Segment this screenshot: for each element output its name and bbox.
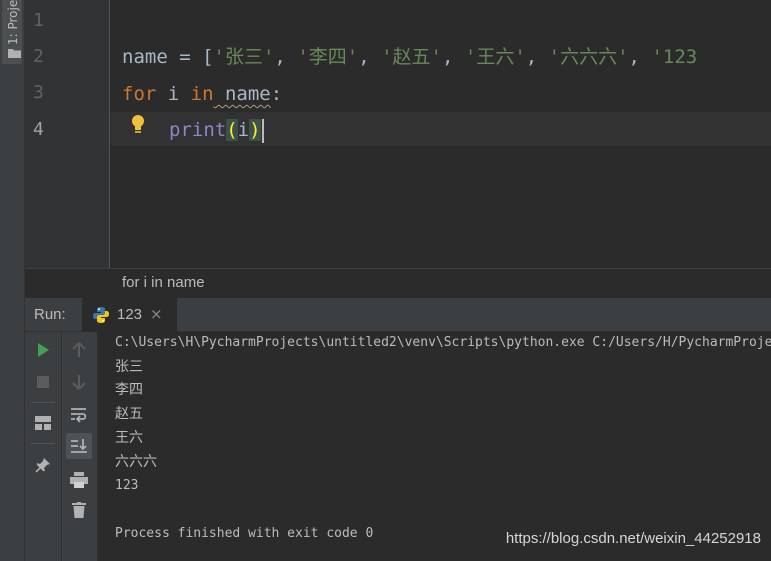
toolbar-divider [61,332,62,561]
string-literal: '六六六' [548,46,629,68]
line-number-current: 4 [33,119,44,140]
project-tool-strip: 1: Project [0,0,25,561]
string-literal: '王六' [464,46,526,68]
watermark-url: https://blog.csdn.net/weixin_44252918 [505,530,761,547]
stop-button[interactable] [30,369,56,395]
console-output[interactable]: C:\Users\H\PycharmProjects\untitled2\ven… [97,332,771,561]
run-tab-label: 123 [117,306,143,323]
keyword-for: for [122,83,157,105]
keyword-in: in [190,83,214,105]
folder-icon [8,49,21,58]
console-exit-message: Process finished with exit code 0 [115,526,374,541]
print-button[interactable] [66,467,92,493]
run-tool-header: Run: 123 × [25,298,771,332]
arrow-down-icon [72,375,86,390]
comma: , [358,46,382,68]
close-icon[interactable]: × [150,305,163,323]
console-line: 六六六 [115,454,157,470]
line-number: 1 [33,10,44,31]
pin-tab-button[interactable] [30,452,56,478]
line-number: 3 [33,82,44,103]
run-config-tab[interactable]: 123 × [82,298,177,332]
project-tool-button[interactable]: 1: Project [2,0,22,64]
toolbar-separator [31,443,55,444]
toolbar-separator [31,402,55,403]
breadcrumb[interactable]: for i in name [122,274,205,291]
comma: , [274,46,298,68]
run-label: Run: [34,306,66,323]
comma: , [525,46,549,68]
code-line-3[interactable]: for i in name: [122,76,282,112]
code-editor[interactable]: name = ['张三', '李四', '赵五', '王六', '六六六', '… [111,0,771,268]
console-command: C:\Users\H\PycharmProjects\untitled2\ven… [115,335,771,350]
code-line-2[interactable]: name = ['张三', '李四', '赵五', '王六', '六六六', '… [122,39,697,75]
project-tool-label: 1: Project [6,0,20,45]
arrow-up-icon [72,342,86,357]
colon: : [270,83,283,105]
console-line: 李四 [115,382,143,398]
console-line: 赵五 [115,406,143,422]
clear-all-button[interactable] [66,497,92,523]
text-cursor [261,118,264,143]
loop-var: i [156,83,191,105]
builtin-print: print [169,119,227,141]
string-literal: '123 [651,46,698,68]
iterable-name: name [213,83,271,105]
soft-wrap-icon [71,408,87,423]
line-number: 2 [33,46,44,67]
comma: , [441,46,465,68]
line-number-gutter: 1 2 3 4 [25,0,110,268]
arg: i [237,119,250,141]
lightbulb-icon[interactable] [130,114,146,136]
var-name: name [122,46,168,68]
string-literal: '李四' [297,46,359,68]
up-button[interactable] [66,337,92,363]
string-literal: '赵五' [381,46,442,68]
console-line: 123 [115,478,139,493]
string-literal: '张三' [213,46,275,68]
print-icon [70,472,88,488]
run-toolbar [25,332,97,561]
scroll-to-end-icon [71,439,87,453]
python-icon [93,307,109,323]
pin-icon [35,458,50,473]
assign-op: = [ [167,46,214,68]
layout-button[interactable] [30,410,56,436]
rerun-button[interactable] [30,337,56,363]
play-icon [38,343,49,357]
console-line: 王六 [115,430,143,446]
console-line: 张三 [115,359,143,375]
close-paren: ) [249,119,261,141]
breadcrumb-bar: for i in name [25,268,771,298]
scroll-to-end-button[interactable] [66,433,92,459]
trash-icon [72,502,86,518]
code-line-4[interactable]: print(i) [169,112,264,148]
stop-icon [37,376,49,388]
soft-wrap-button[interactable] [66,402,92,428]
open-paren: ( [226,119,238,141]
comma: , [628,46,652,68]
layout-icon [35,416,51,430]
down-button[interactable] [66,369,92,395]
